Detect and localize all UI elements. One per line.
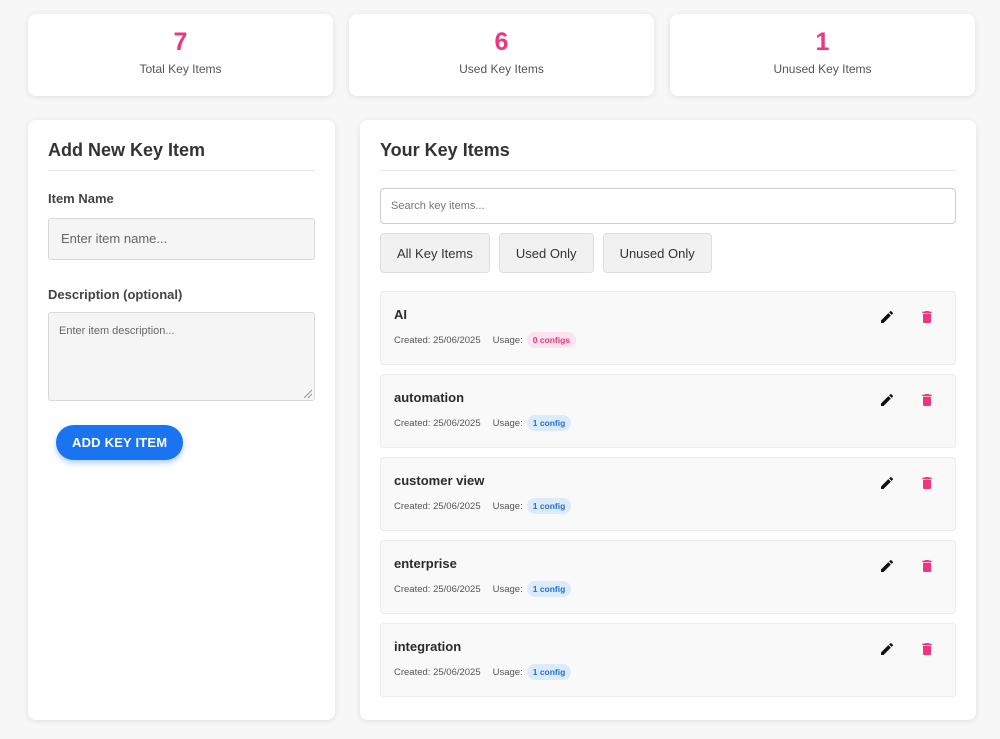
created-prefix: Created: <box>394 666 431 678</box>
item-name-label: Item Name <box>48 191 114 206</box>
pencil-icon[interactable] <box>879 475 895 491</box>
search-input[interactable]: Search key items... <box>380 188 956 224</box>
trash-icon[interactable] <box>919 641 935 657</box>
add-key-item-button[interactable]: ADD KEY ITEM <box>56 425 184 460</box>
created-date: 25/06/2025 <box>433 666 481 678</box>
description-placeholder: Enter item description... <box>59 325 175 337</box>
key-item-row: AI Created: 25/06/2025 Usage: 0 configs <box>380 291 956 365</box>
created-date: 25/06/2025 <box>433 417 481 429</box>
stat-value: 7 <box>173 28 188 56</box>
trash-icon[interactable] <box>919 309 935 325</box>
key-item-meta: Created: 25/06/2025 Usage: 1 config <box>394 581 572 597</box>
stat-value: 6 <box>494 28 509 56</box>
key-item-row: integration Created: 25/06/2025 Usage: 1… <box>380 623 956 697</box>
filter-all-button[interactable]: All Key Items <box>380 233 490 273</box>
key-item-meta: Created: 25/06/2025 Usage: 1 config <box>394 664 572 680</box>
stat-card-unused: 1 Unused Key Items <box>670 14 975 96</box>
usage-badge: 1 config <box>526 415 572 431</box>
list-title: Your Key Items <box>380 140 956 171</box>
usage-prefix: Usage: <box>492 500 523 512</box>
key-item-row: automation Created: 25/06/2025 Usage: 1 … <box>380 374 956 448</box>
key-item-name: automation <box>394 390 465 405</box>
stat-value: 1 <box>815 28 830 56</box>
description-label: Description (optional) <box>48 287 183 302</box>
created-date: 25/06/2025 <box>433 334 481 346</box>
key-item-name: enterprise <box>394 556 457 571</box>
key-item-name: integration <box>394 639 462 654</box>
created-date: 25/06/2025 <box>433 583 481 595</box>
key-item-meta: Created: 25/06/2025 Usage: 0 configs <box>394 332 577 348</box>
add-key-item-panel: Add New Key Item Item Name Enter item na… <box>28 120 335 720</box>
pencil-icon[interactable] <box>879 558 895 574</box>
usage-badge: 0 configs <box>526 332 577 348</box>
usage-prefix: Usage: <box>492 417 523 429</box>
add-form-title: Add New Key Item <box>48 140 315 171</box>
usage-prefix: Usage: <box>492 334 523 346</box>
key-item-meta: Created: 25/06/2025 Usage: 1 config <box>394 498 572 514</box>
usage-badge: 1 config <box>526 664 572 680</box>
key-item-name: AI <box>394 307 407 322</box>
created-prefix: Created: <box>394 583 431 595</box>
pencil-icon[interactable] <box>879 309 895 325</box>
item-name-input[interactable]: Enter item name... <box>48 218 315 260</box>
usage-badge: 1 config <box>526 581 572 597</box>
stat-label: Unused Key Items <box>773 62 872 76</box>
key-items-panel: Your Key Items Search key items... All K… <box>360 120 976 720</box>
created-prefix: Created: <box>394 334 431 346</box>
description-textarea[interactable]: Enter item description... <box>48 312 315 401</box>
usage-badge: 1 config <box>526 498 572 514</box>
usage-prefix: Usage: <box>492 583 523 595</box>
stat-card-used: 6 Used Key Items <box>349 14 654 96</box>
key-items-list: AI Created: 25/06/2025 Usage: 0 configs … <box>380 291 956 697</box>
resize-handle-icon[interactable] <box>304 390 312 398</box>
pencil-icon[interactable] <box>879 641 895 657</box>
key-item-row: customer view Created: 25/06/2025 Usage:… <box>380 457 956 531</box>
filter-used-button[interactable]: Used Only <box>498 233 594 273</box>
created-date: 25/06/2025 <box>433 500 481 512</box>
key-item-meta: Created: 25/06/2025 Usage: 1 config <box>394 415 572 431</box>
filter-unused-button[interactable]: Unused Only <box>602 233 712 273</box>
trash-icon[interactable] <box>919 475 935 491</box>
usage-prefix: Usage: <box>492 666 523 678</box>
stat-card-total: 7 Total Key Items <box>28 14 333 96</box>
key-item-row: enterprise Created: 25/06/2025 Usage: 1 … <box>380 540 956 614</box>
trash-icon[interactable] <box>919 558 935 574</box>
created-prefix: Created: <box>394 417 431 429</box>
filter-group: All Key Items Used Only Unused Only <box>380 233 956 273</box>
stat-label: Used Key Items <box>459 62 544 76</box>
pencil-icon[interactable] <box>879 392 895 408</box>
trash-icon[interactable] <box>919 392 935 408</box>
stat-label: Total Key Items <box>139 62 222 76</box>
key-item-name: customer view <box>394 473 485 488</box>
created-prefix: Created: <box>394 500 431 512</box>
